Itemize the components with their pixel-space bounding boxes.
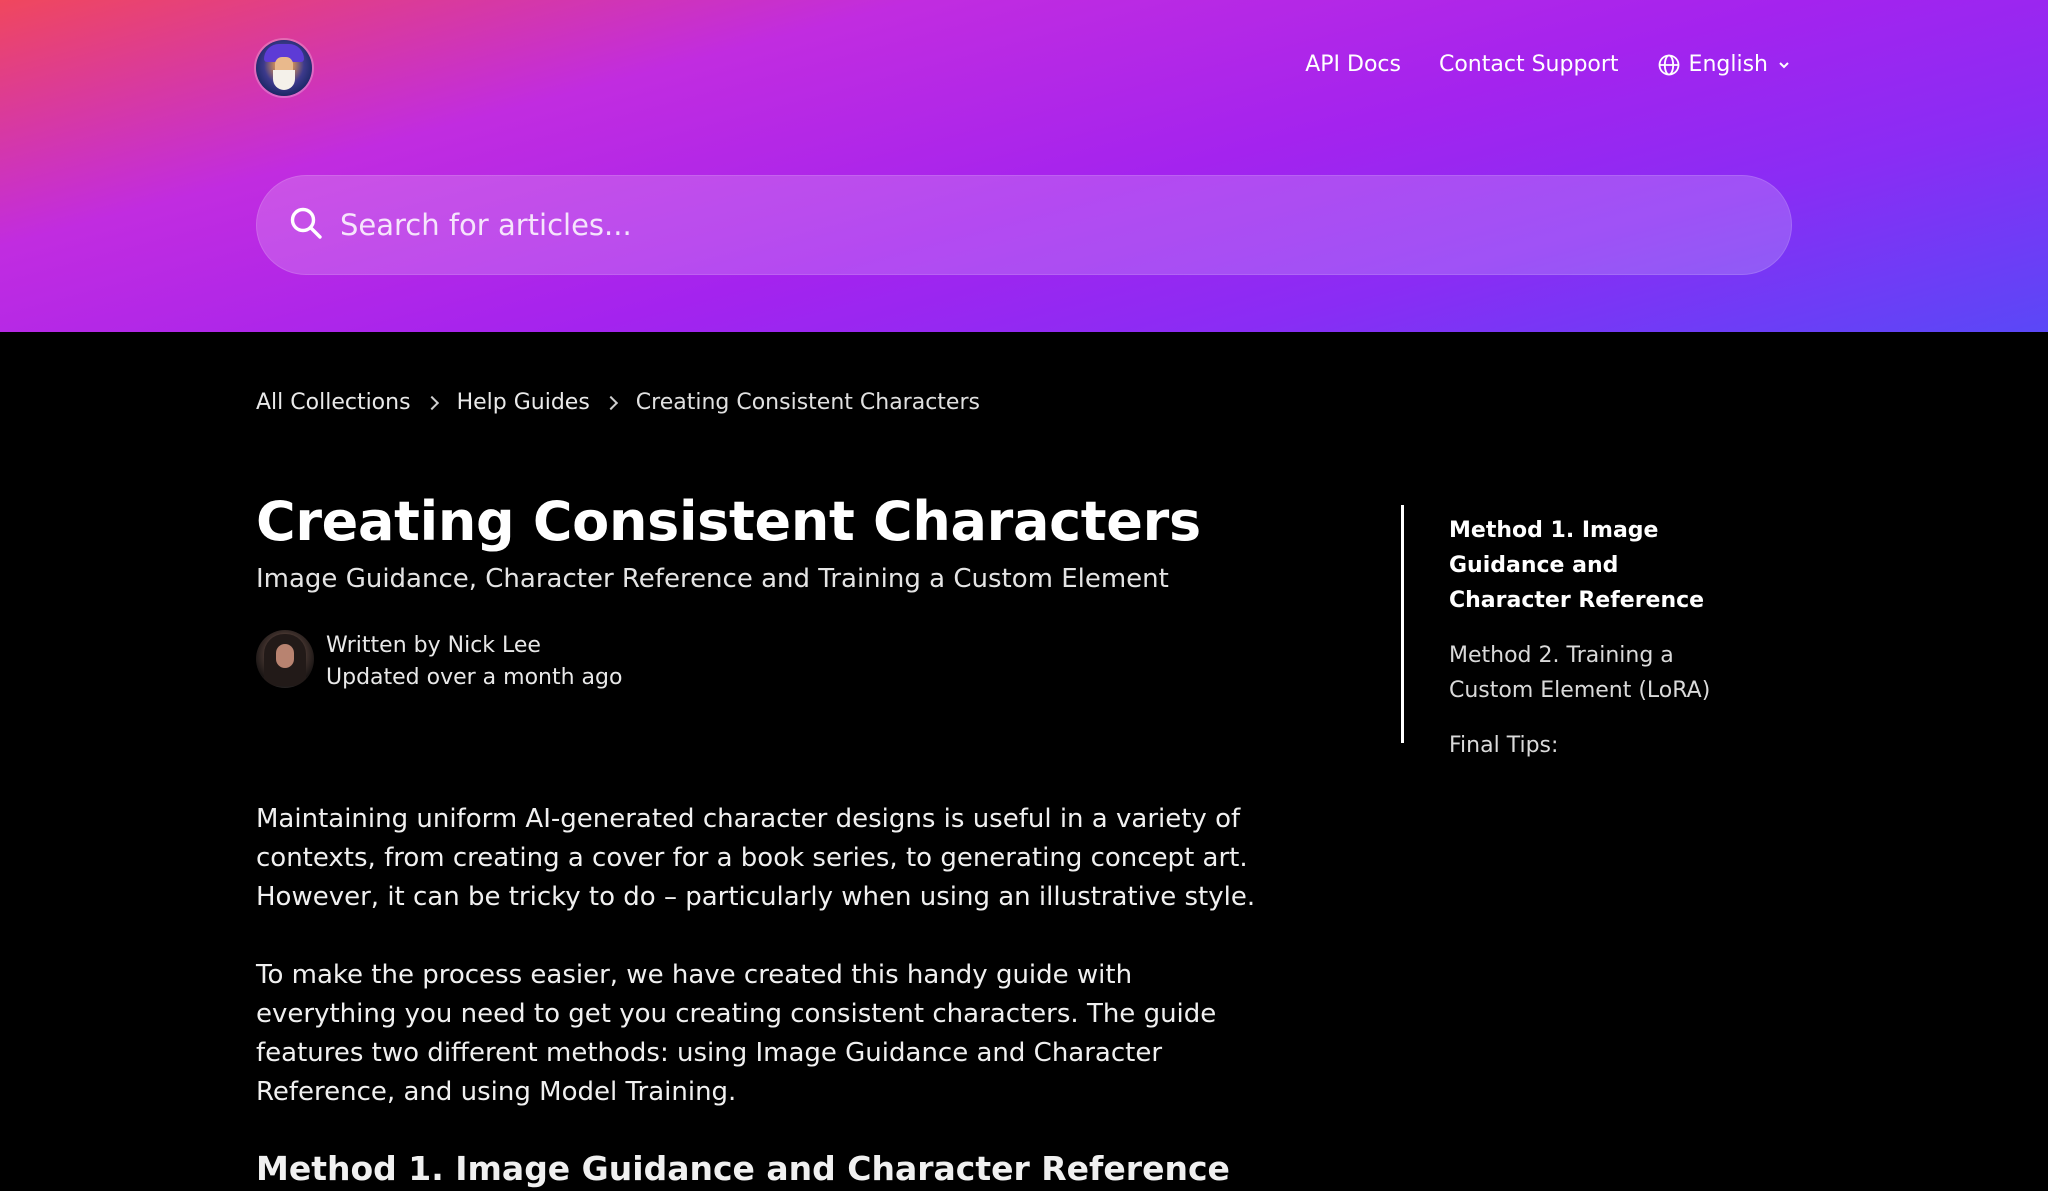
chevron-down-icon — [1776, 57, 1792, 73]
section-heading: Method 1. Image Guidance and Character R… — [256, 1149, 1230, 1188]
breadcrumb: All Collections Help Guides Creating Con… — [256, 390, 980, 415]
author-written-by: Written by Nick Lee — [326, 633, 541, 658]
page-title: Creating Consistent Characters — [256, 490, 1201, 553]
language-selector[interactable]: English — [1657, 52, 1792, 77]
header-banner: API Docs Contact Support English — [0, 0, 2048, 332]
breadcrumb-help-guides[interactable]: Help Guides — [457, 390, 590, 415]
search-input[interactable] — [338, 207, 1738, 243]
search-icon — [288, 205, 324, 245]
author-info: Written by Nick Lee Updated over a month… — [256, 630, 1276, 694]
top-nav: API Docs Contact Support English — [1305, 52, 1792, 77]
wizard-logo-icon[interactable] — [256, 40, 312, 96]
search-bar[interactable] — [256, 175, 1792, 275]
toc-item-method-2[interactable]: Method 2. Training a Custom Element (LoR… — [1449, 638, 1741, 708]
avatar-face — [276, 644, 294, 668]
author-updated: Updated over a month ago — [326, 665, 623, 690]
chevron-right-icon — [424, 395, 439, 410]
article-paragraph: To make the process easier, we have crea… — [256, 960, 1217, 1107]
article-paragraph: Maintaining uniform AI-generated charact… — [256, 804, 1256, 912]
toc-item-method-1[interactable]: Method 1. Image Guidance and Character R… — [1449, 513, 1741, 618]
api-docs-link[interactable]: API Docs — [1305, 52, 1401, 77]
breadcrumb-current-page: Creating Consistent Characters — [635, 390, 980, 415]
table-of-contents: Method 1. Image Guidance and Character R… — [1401, 505, 1741, 758]
globe-icon — [1657, 53, 1681, 77]
language-label: English — [1688, 52, 1768, 77]
logo-beard — [273, 70, 295, 90]
author-text: Written by Nick Lee Updated over a month… — [326, 630, 622, 694]
page-subtitle: Image Guidance, Character Reference and … — [256, 564, 1169, 594]
avatar — [256, 630, 314, 688]
article: Creating Consistent Characters Image Gui… — [256, 488, 1276, 1191]
contact-support-link[interactable]: Contact Support — [1439, 52, 1619, 77]
chevron-right-icon — [603, 395, 618, 410]
breadcrumb-all-collections[interactable]: All Collections — [256, 390, 411, 415]
toc-item-final-tips[interactable]: Final Tips: — [1449, 728, 1741, 763]
article-body: Maintaining uniform AI-generated charact… — [256, 800, 1276, 1191]
